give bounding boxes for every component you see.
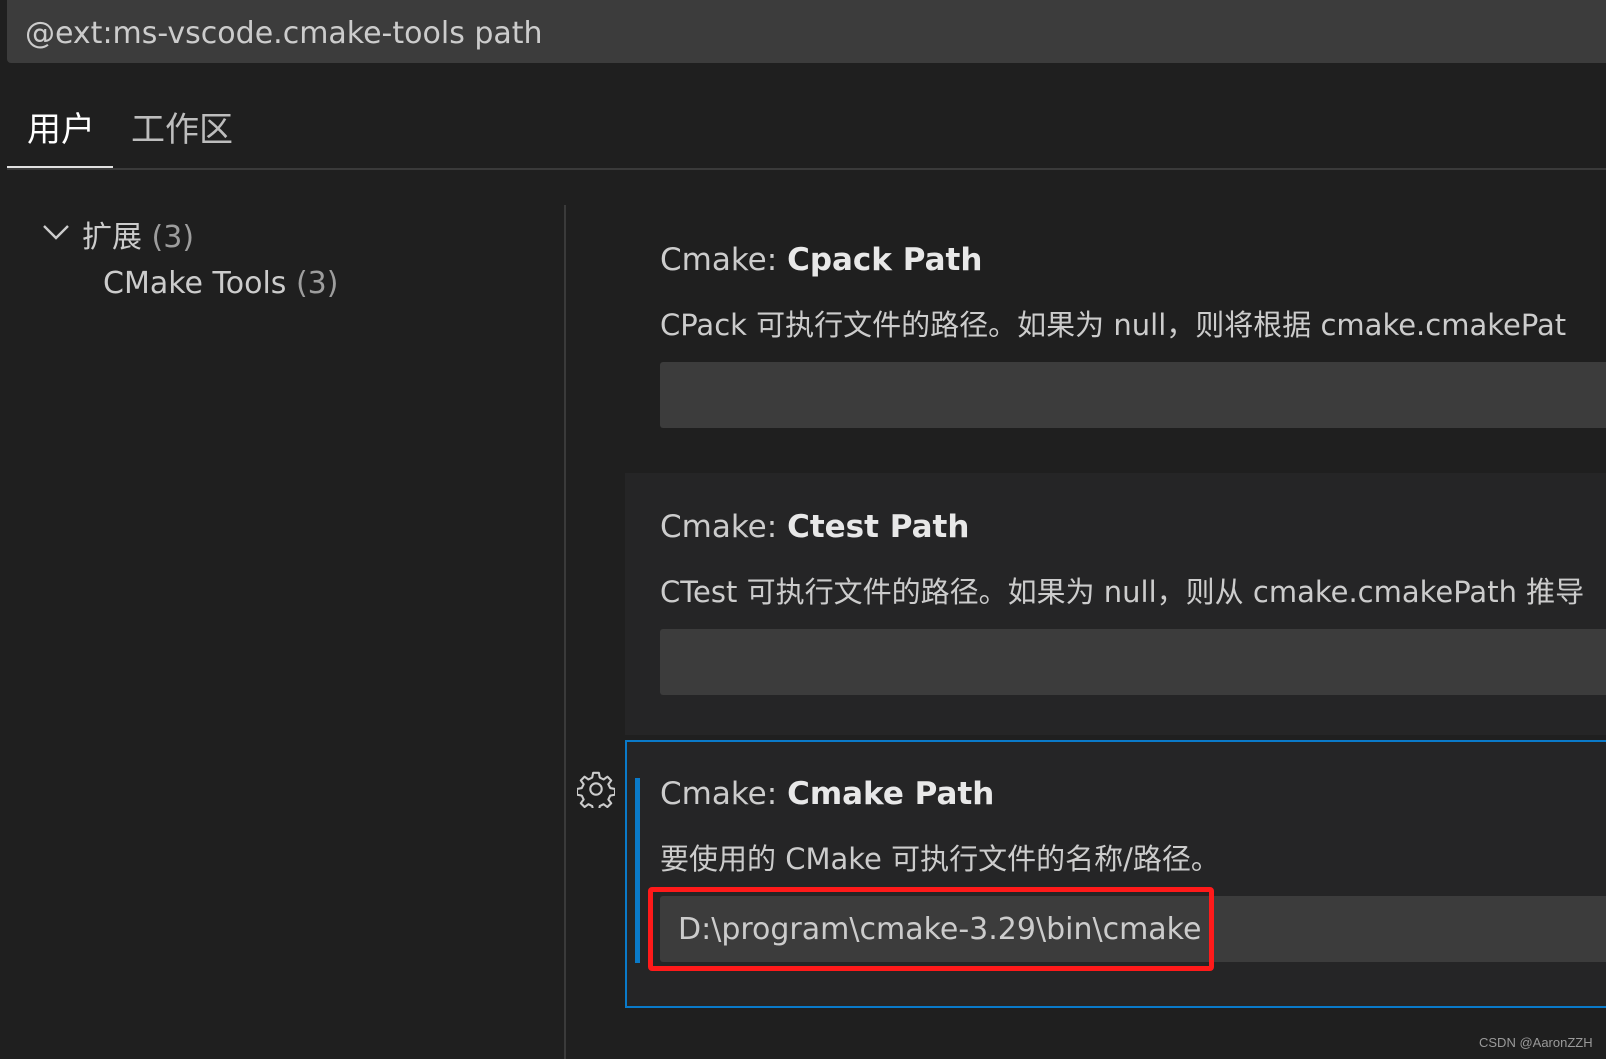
ctest-path-input[interactable] — [660, 629, 1606, 695]
toc-item-label: CMake Tools — [103, 266, 287, 301]
settings-scope-tabs: 用户 工作区 — [7, 90, 1606, 170]
setting-title: Cmake: Cmake Path — [660, 776, 994, 812]
chevron-down-icon — [43, 225, 69, 240]
toc-group-extensions[interactable]: 扩展 (3) — [42, 212, 194, 256]
setting-title: Cmake: Cpack Path — [660, 242, 982, 278]
setting-cpack-path: Cmake: Cpack Path CPack 可执行文件的路径。如果为 nul… — [625, 230, 1606, 440]
annotation-highlight-box — [648, 887, 1214, 971]
setting-category: Cmake: — [660, 509, 788, 545]
setting-description: CPack 可执行文件的路径。如果为 null，则将根据 cmake.cmake… — [660, 308, 1567, 342]
setting-category: Cmake: — [660, 776, 788, 812]
gear-icon[interactable] — [577, 770, 615, 808]
setting-name: Ctest Path — [787, 509, 970, 545]
settings-search-input[interactable] — [25, 16, 1606, 51]
toc-group-count: (3) — [151, 220, 195, 255]
watermark: CSDN @AaronZZH — [1479, 1035, 1593, 1050]
setting-ctest-path: Cmake: Ctest Path CTest 可执行文件的路径。如果为 nul… — [625, 497, 1606, 707]
toc-item-count: (3) — [295, 266, 339, 301]
toc-item-cmake-tools[interactable]: CMake Tools (3) — [103, 266, 338, 301]
setting-description: 要使用的 CMake 可执行文件的名称/路径。 — [660, 842, 1220, 876]
setting-description: CTest 可执行文件的路径。如果为 null，则从 cmake.cmakePa… — [660, 575, 1585, 609]
settings-search-box[interactable] — [7, 0, 1606, 63]
toc-group-label: 扩展 — [82, 220, 142, 255]
tab-workspace[interactable]: 工作区 — [111, 108, 251, 166]
setting-title: Cmake: Ctest Path — [660, 509, 969, 545]
setting-category: Cmake: — [660, 242, 788, 278]
toc-divider — [564, 205, 566, 1059]
tab-user[interactable]: 用户 — [7, 108, 113, 168]
setting-name: Cpack Path — [787, 242, 983, 278]
setting-name: Cmake Path — [787, 776, 995, 812]
cpack-path-input[interactable] — [660, 362, 1606, 428]
